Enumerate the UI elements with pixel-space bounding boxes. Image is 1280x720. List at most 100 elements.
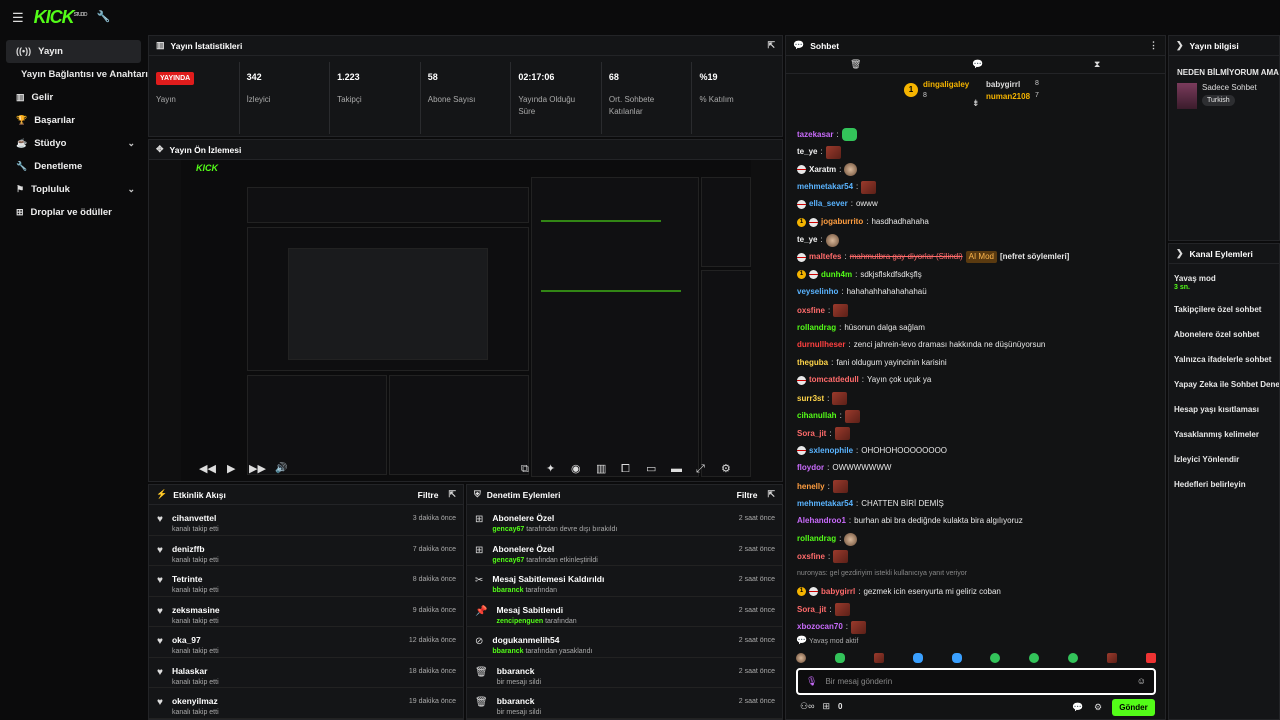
- chat-message[interactable]: oxsfine:: [797, 304, 849, 317]
- chat-message[interactable]: te_ye:: [797, 145, 841, 159]
- category-thumbnail[interactable]: [1177, 83, 1197, 109]
- emote-icon[interactable]: [1145, 653, 1156, 663]
- activity-user[interactable]: Halaskar: [172, 666, 409, 677]
- activity-user[interactable]: okenyilmaz: [172, 696, 409, 707]
- chat-message[interactable]: cihanullah:: [797, 409, 860, 423]
- filter-button[interactable]: Filtre: [418, 490, 439, 500]
- chat-username[interactable]: babygirrl: [821, 586, 855, 598]
- chat-message[interactable]: Sora_jit:: [797, 427, 850, 441]
- activity-row[interactable]: ♥ okenyilmaz kanalı takip etti 19 dakika …: [149, 688, 463, 719]
- mod-actor[interactable]: gencay67: [492, 557, 524, 564]
- activity-user[interactable]: cihanvettel: [172, 513, 413, 524]
- chat-username[interactable]: te_ye: [797, 146, 817, 158]
- chat-message[interactable]: sxlenophile: OHOHOHOOOOOOOO: [797, 445, 947, 457]
- chat-username[interactable]: dunh4m: [821, 269, 852, 281]
- chat-message[interactable]: Alehandroo1: burhan abi bra dediğnde kula…: [797, 515, 1023, 527]
- channel-action-item[interactable]: İzleyici Yönlendir: [1169, 447, 1279, 472]
- reply-notice[interactable]: nuronyas: gel gezdiriyim istekli kullanı…: [797, 568, 967, 580]
- chat-message[interactable]: oxsfine:: [797, 550, 849, 564]
- mod-actor[interactable]: bbaranck: [492, 648, 523, 655]
- chat-username[interactable]: xbozocan70: [797, 621, 843, 633]
- channel-action-item[interactable]: Hesap yaşı kısıtlaması: [1169, 397, 1279, 422]
- chat-username[interactable]: Alehandroo1: [797, 515, 846, 527]
- gift-icon[interactable]: ⊞: [822, 702, 830, 711]
- chat-bubble-icon[interactable]: 💬: [972, 60, 983, 69]
- chat-username[interactable]: theguba: [797, 357, 828, 369]
- emote-icon[interactable]: [990, 653, 1001, 663]
- mod-action[interactable]: bbaranck: [497, 696, 739, 707]
- chat-username[interactable]: rollandrag: [797, 533, 836, 545]
- chat-username[interactable]: maltefes: [809, 251, 841, 263]
- sidebar-item-yayin[interactable]: ((•)) Yayın: [6, 40, 141, 63]
- activity-row[interactable]: ♥ Halaskar kanalı takip etti 18 dakika ön…: [149, 658, 463, 688]
- chat-username[interactable]: Sora_jit: [797, 428, 826, 440]
- activity-row[interactable]: ♥ denizffb kanalı takip etti 7 dakika önc…: [149, 536, 463, 566]
- clip-icon[interactable]: ⧉: [521, 463, 529, 475]
- emote-icon[interactable]: [834, 653, 845, 663]
- chat-input-box[interactable]: 🎙 Bir mesaj gönderin ☺: [796, 668, 1156, 695]
- chat-username[interactable]: tazekasar: [797, 129, 833, 141]
- emote-icon[interactable]: [951, 653, 962, 663]
- emote-icon[interactable]: [1068, 653, 1079, 663]
- chat-username[interactable]: veyselinho: [797, 286, 838, 298]
- moderation-row[interactable]: ⊞ Abonelere Özel gencay67 tarafından devr…: [467, 505, 782, 536]
- chat-message[interactable]: mehmetakar54: CHATTEN BİRİ DEMİŞ: [797, 498, 944, 510]
- volume-icon[interactable]: 🔊: [275, 464, 287, 474]
- activity-row[interactable]: ♥ Tetrinte kanalı takip etti 8 dakika önc…: [149, 566, 463, 597]
- tag-badge[interactable]: Turkish: [1202, 95, 1235, 106]
- emote-icon[interactable]: [796, 653, 806, 663]
- moderation-row[interactable]: 🗑 bbaranck bir mesajı sildi 2 saat önce: [467, 658, 782, 688]
- sparkle-icon[interactable]: ✦: [546, 463, 555, 475]
- mod-action[interactable]: bbaranck: [497, 666, 739, 677]
- mod-action[interactable]: Mesaj Sabitlemesi Kaldırıldı: [492, 574, 738, 585]
- chat-message[interactable]: ella_sever: owww: [797, 198, 878, 210]
- chat-username[interactable]: jogaburrito: [821, 216, 863, 228]
- fullscreen-icon[interactable]: ⤢: [696, 463, 705, 475]
- chat-username[interactable]: durnullheser: [797, 339, 845, 351]
- activity-row[interactable]: ♥ cihanvettel kanalı takip etti 3 dakika …: [149, 505, 463, 536]
- chat-username[interactable]: ella_sever: [809, 198, 848, 210]
- emote-icon[interactable]: [912, 653, 923, 663]
- chat-message[interactable]: rollandrag: hüsonun dalga sağlam: [797, 322, 925, 334]
- mod-actor[interactable]: bbaranck: [492, 587, 523, 594]
- menu-icon[interactable]: ☰: [12, 11, 24, 24]
- emote-icon[interactable]: [1107, 653, 1117, 663]
- chat-username[interactable]: oxsfine: [797, 305, 825, 317]
- chat-username[interactable]: Sora_jit: [797, 604, 826, 616]
- sidebar-item-denetleme[interactable]: 🔧 Denetleme: [6, 155, 141, 178]
- cinema-icon[interactable]: ▬: [671, 463, 682, 475]
- channel-action-item[interactable]: Hedefleri belirleyin: [1169, 472, 1279, 497]
- chat-message[interactable]: Xaratm:: [797, 163, 858, 177]
- forward-icon[interactable]: ▶▶: [249, 463, 266, 475]
- popout-icon[interactable]: ⇱: [767, 490, 775, 499]
- sidebar-item-studyo[interactable]: ☕ Stüdyo ⌄: [6, 132, 141, 155]
- slow-mode-row[interactable]: Yavaş mod 3 sn.: [1169, 264, 1279, 291]
- chat-username[interactable]: mehmetakar54: [797, 181, 853, 193]
- chat-bubble-icon[interactable]: 💬: [1072, 703, 1083, 712]
- settings-icon[interactable]: ⚙: [1094, 703, 1102, 712]
- activity-user[interactable]: denizffb: [172, 544, 413, 555]
- chat-username[interactable]: surr3st: [797, 393, 824, 405]
- chat-message[interactable]: 1 babygirrl: gezmek icin esenyurta mi geli…: [797, 586, 1001, 598]
- play-icon[interactable]: ▶: [227, 463, 235, 475]
- stream-preview-video[interactable]: KICK ◀◀ ▶ ▶▶ 🔊 ⧉ ✦ ◉ ▥ ⧠ ▭ ▬ ⤢ ⚙: [149, 160, 782, 481]
- chat-input[interactable]: Bir mesaj gönderin: [825, 677, 1128, 686]
- chat-message[interactable]: tomcatdedull: Yayın çok uçuk ya: [797, 374, 931, 386]
- chevron-right-icon[interactable]: ❯: [1176, 41, 1184, 50]
- sidebar-item-gelir[interactable]: ▥ Gelir: [6, 86, 141, 109]
- chat-message[interactable]: mehmetakar54:: [797, 180, 877, 194]
- chat-message[interactable]: durnullheser: zenci jahrein-levo draması …: [797, 339, 1045, 351]
- hourglass-icon[interactable]: ⧗: [1094, 60, 1100, 69]
- chat-username[interactable]: henelly: [797, 481, 825, 493]
- microphone-icon[interactable]: 🎙: [806, 677, 817, 686]
- activity-user[interactable]: oka_97: [172, 635, 409, 646]
- chat-username[interactable]: tomcatdedull: [809, 374, 859, 386]
- chat-message[interactable]: veyselinho: hahahahhahahahahaü: [797, 286, 927, 298]
- chat-message[interactable]: surr3st:: [797, 392, 848, 405]
- mod-actor[interactable]: zencipenguen: [496, 618, 543, 625]
- popout-icon[interactable]: ⇱: [448, 490, 456, 499]
- chat-username[interactable]: sxlenophile: [809, 445, 853, 457]
- chat-message[interactable]: Sora_jit:: [797, 603, 850, 617]
- chat-message[interactable]: tazekasar:: [797, 128, 857, 141]
- activity-row[interactable]: ♥ zeksmasine kanalı takip etti 9 dakika ö…: [149, 597, 463, 627]
